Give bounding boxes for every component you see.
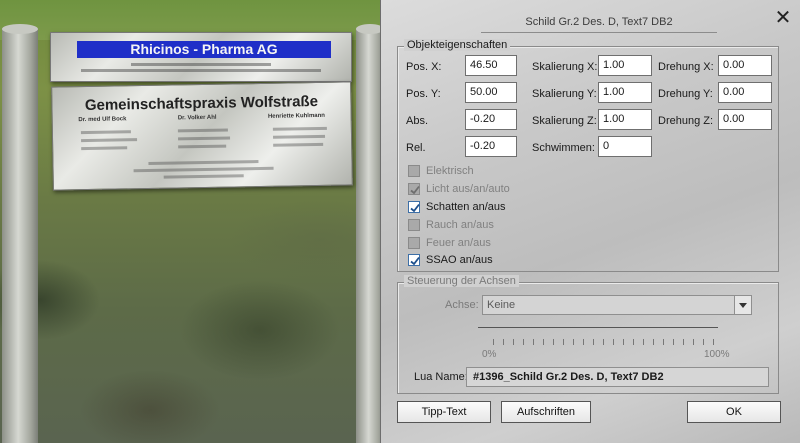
pos-x-input[interactable]: 46.50 [465,55,517,76]
checkbox-box [408,237,420,249]
rot-x-label: Drehung X: [658,61,714,73]
dialog-title: Schild Gr.2 Des. D, Text7 DB2 [481,12,717,33]
chevron-down-icon[interactable] [734,296,751,314]
tooltip-text-button[interactable]: Tipp-Text [397,401,491,423]
object-properties-group: Objekteigenschaften Pos. X: 46.50 Pos. Y… [397,39,779,272]
lua-name-field[interactable]: #1396_Schild Gr.2 Des. D, Text7 DB2 [466,367,769,387]
close-icon: ✕ [774,7,792,29]
shadow-checkbox[interactable]: Schatten an/aus [408,199,506,215]
rel-label: Rel. [406,142,426,154]
checkbox-box [408,183,420,195]
checkmark-icon [410,185,420,195]
checkbox-box [408,219,420,231]
smoke-label: Rauch an/aus [426,219,494,231]
fire-checkbox[interactable]: Feuer an/aus [408,235,491,251]
sign-pharma-brand: Rhicinos - Pharma AG [77,41,331,58]
axis-select[interactable]: Keine [482,295,752,315]
object-properties-legend: Objekteigenschaften [404,39,511,51]
scale-y-label: Skalierung Y: [532,88,597,100]
swim-input[interactable]: 0 [598,136,652,157]
scale-y-input[interactable]: 1.00 [598,82,652,103]
slider-ticks [493,339,715,347]
sign-doctor: Henriette Kuhlmann [267,112,325,120]
ssao-label: SSAO an/aus [426,254,493,266]
axis-select-value: Keine [487,299,516,311]
axis-label: Achse: [445,299,479,311]
sign-post-left [2,24,38,443]
scene-viewport[interactable]: Rhicinos - Pharma AG Gemeinschaftspraxis… [0,0,380,443]
sign-practice-title: Gemeinschaftspraxis Wolfstraße [84,92,319,115]
sign-practice: Gemeinschaftspraxis Wolfstraße Dr. med U… [51,81,353,191]
light-label: Licht aus/an/auto [426,183,510,195]
lua-name-label: Lua Name: [414,371,468,383]
rot-y-input[interactable]: 0.00 [718,82,772,103]
sign-doctor: Dr. med Ulf Bock [78,116,127,124]
inscriptions-button[interactable]: Aufschriften [501,401,591,423]
ssao-checkbox[interactable]: SSAO an/aus [408,252,493,268]
abs-input[interactable]: -0.20 [465,109,517,130]
rot-y-label: Drehung Y: [658,88,713,100]
checkmark-icon [410,256,420,266]
fire-label: Feuer an/aus [426,237,491,249]
scale-x-label: Skalierung X: [532,61,598,73]
rel-input[interactable]: -0.20 [465,136,517,157]
smoke-checkbox[interactable]: Rauch an/aus [408,217,494,233]
rot-z-label: Drehung Z: [658,115,714,127]
axis-control-group: Steuerung der Achsen Achse: Keine 0% 100… [397,275,779,394]
shadow-label: Schatten an/aus [426,201,506,213]
axis-slider[interactable] [478,327,718,328]
scale-x-input[interactable]: 1.00 [598,55,652,76]
ok-button[interactable]: OK [687,401,781,423]
slider-min-label: 0% [482,349,497,360]
axis-control-legend: Steuerung der Achsen [404,275,519,287]
checkmark-icon [410,203,420,213]
sign-doctor: Dr. Volker Ahl [177,114,217,122]
rot-z-input[interactable]: 0.00 [718,109,772,130]
sign-pharma: Rhicinos - Pharma AG [50,32,352,82]
electric-label: Elektrisch [426,165,474,177]
pos-y-input[interactable]: 50.00 [465,82,517,103]
abs-label: Abs. [406,115,429,127]
checkbox-box [408,165,420,177]
pos-y-label: Pos. Y: [406,88,441,100]
electric-checkbox[interactable]: Elektrisch [408,163,474,179]
checkbox-box [408,201,420,213]
properties-dialog: Schild Gr.2 Des. D, Text7 DB2 ✕ Objektei… [380,0,800,443]
rot-x-input[interactable]: 0.00 [718,55,772,76]
pos-x-label: Pos. X: [406,61,442,73]
scale-z-label: Skalierung Z: [532,115,597,127]
light-checkbox[interactable]: Licht aus/an/auto [408,181,510,197]
checkbox-box [408,254,420,266]
scale-z-input[interactable]: 1.00 [598,109,652,130]
sign-practice-doctors: Dr. med Ulf Bock Dr. Volker Ahl Henriett… [53,112,351,123]
slider-max-label: 100% [704,349,730,360]
sign-post-right [356,24,380,443]
close-button[interactable]: ✕ [774,7,792,29]
swim-label: Schwimmen: [532,142,595,154]
